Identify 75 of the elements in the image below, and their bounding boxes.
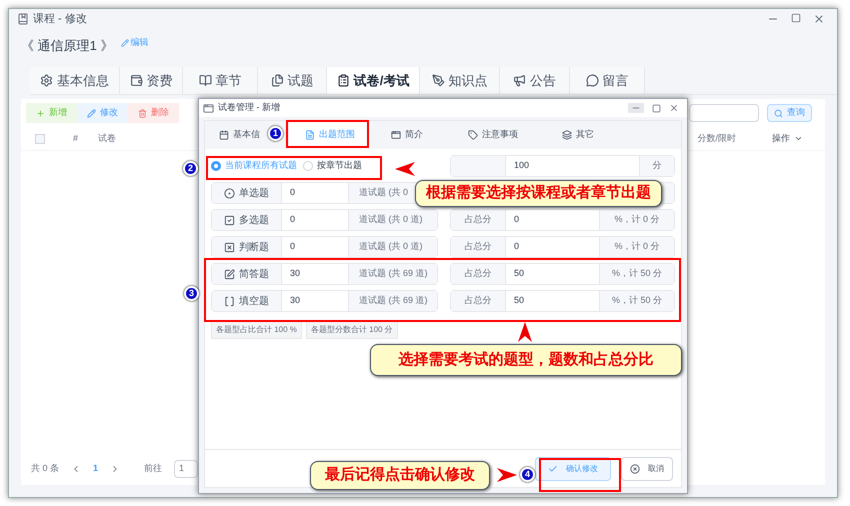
window-icon [391,130,401,140]
arrow-icon [497,468,517,482]
trash-icon [138,108,147,118]
share-label: 占总分 [451,237,506,257]
megaphone-icon [513,74,526,87]
tab[interactable]: 资费 [120,67,183,94]
tab[interactable]: 试题 [258,67,327,94]
total-count: 共 0 条 [31,462,60,476]
callout: 选择需要考试的题型，题数和占总分比 [370,344,682,376]
plus-icon [36,108,45,118]
arrow-icon [518,322,532,342]
chevron-down-icon [794,134,803,143]
tag-icon [468,130,478,140]
gear-icon [40,74,53,87]
radio-button[interactable] [303,161,313,171]
arrow-icon [395,162,415,176]
tab[interactable]: 公告 [500,67,570,94]
column-header: 试卷 [98,132,116,145]
dialog-tab[interactable]: 基本信 [211,121,268,149]
tab[interactable]: 试卷/考试 [327,67,420,94]
close-icon[interactable] [813,13,825,25]
radio-label: 当前课程所有试题 [225,159,297,172]
share-label: 占总分 [451,291,506,311]
share-input[interactable]: 0 [506,237,599,257]
window-title: 课程 - 修改 [33,12,87,27]
window-icon [203,102,214,114]
document-icon [305,130,315,140]
share-label: 占总分 [451,264,506,284]
dialog-tab[interactable]: 注意事项 [443,121,543,149]
column-header: # [73,132,78,145]
close-icon[interactable] [669,103,679,113]
score-result: %，计 0 分 [599,210,674,230]
calendar-icon [219,130,229,140]
share-input[interactable]: 0 [506,210,599,230]
callout: 最后记得点击确认修改 [310,461,490,490]
radio-label: 按章节出题 [317,159,362,172]
column-header: 操作 [772,132,803,146]
maximize-icon[interactable] [652,104,661,112]
layers-icon [562,130,572,140]
score-result: %，计 0 分 [599,237,674,257]
pencil-icon [121,39,130,47]
total-tag: 各题型分数合计 100 分 [306,321,398,339]
share-label: 占总分 [451,210,506,230]
pen-icon [432,74,444,87]
checkbox[interactable] [35,134,45,144]
search-field[interactable] [689,104,759,122]
radio-button[interactable] [211,161,221,171]
maximize-icon[interactable] [791,13,801,23]
wallet-icon [130,74,142,87]
dialog-title: 试卷管理 - 新增 [218,101,280,114]
total-tag: 各题型占比合计 100 % [211,321,302,339]
callout: 根据需要选择按课程或者章节出题 [415,180,662,207]
column-header: 分数/限时 [697,132,736,145]
clipboard-icon [336,74,350,87]
pencil-icon [87,108,96,118]
check-icon [548,464,558,474]
cancel-icon [630,464,640,474]
course-title: 《 通信原理1 》 [21,36,114,54]
share-input[interactable]: 50 [506,264,599,284]
chat-icon [586,74,598,87]
cancel-button[interactable]: 取消 [621,456,673,480]
tab[interactable]: 知识点 [420,67,500,94]
dialog-tab[interactable]: 其它 [543,121,613,149]
book-icon [17,13,29,25]
files-icon [270,74,284,87]
score-result: %，计 50 分 [599,264,674,284]
book-icon [198,74,212,87]
search-icon [774,108,783,118]
score-result: %，计 50 分 [599,291,674,311]
tab[interactable]: 基本信息 [30,67,120,94]
goto-label: 前往 [144,462,162,476]
tab[interactable]: 章节 [183,67,258,94]
share-input[interactable]: 50 [506,291,599,311]
tab[interactable]: 留言 [570,67,645,94]
dialog-tab[interactable]: 简介 [371,121,443,149]
